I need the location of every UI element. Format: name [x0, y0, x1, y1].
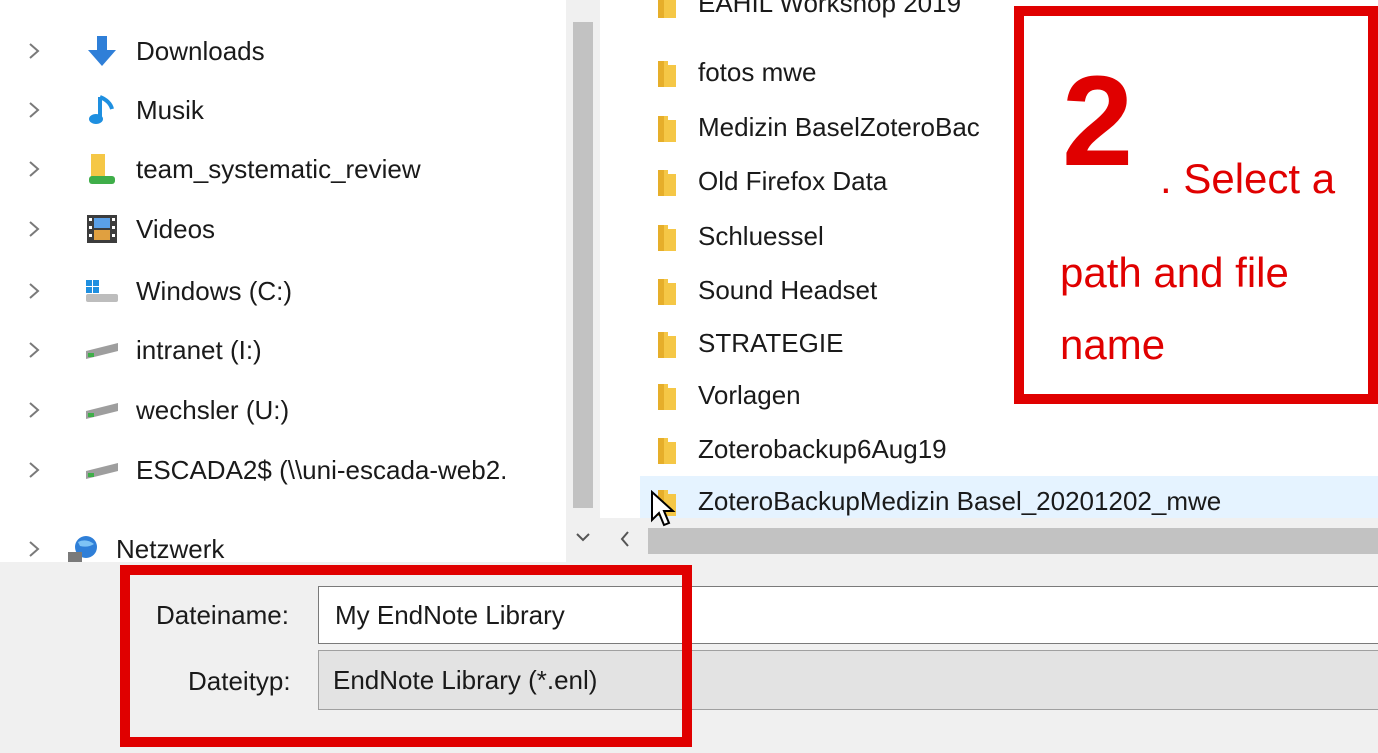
chevron-down-icon[interactable]: [570, 522, 596, 552]
highlight-box-form: [120, 565, 692, 747]
file-name: EAHIL Workshop 2019: [698, 0, 962, 18]
annotation-line-3: name: [1060, 321, 1166, 368]
nav-item-label: Windows (C:): [136, 275, 293, 306]
network-drive-icon: [84, 332, 120, 368]
scrollbar-thumb[interactable]: [648, 528, 1378, 554]
chevron-right-icon[interactable]: [22, 98, 46, 122]
folder-icon: [658, 116, 676, 142]
nav-item-escada2[interactable]: ESCADA2$ (\\uni-escada-web2.: [0, 441, 560, 499]
nav-item-windows-c[interactable]: Windows (C:): [0, 262, 560, 320]
video-film-icon: [84, 211, 120, 247]
folder-icon: [658, 279, 676, 305]
nav-item-wechsler-u[interactable]: wechsler (U:): [0, 381, 560, 439]
nav-item-musik[interactable]: Musik: [0, 81, 560, 139]
file-list-horizontal-scrollbar[interactable]: [600, 518, 1378, 562]
folder-icon: [658, 0, 676, 18]
scrollbar-thumb[interactable]: [573, 22, 593, 508]
chevron-right-icon[interactable]: [22, 458, 46, 482]
list-item[interactable]: Zoterobackup6Aug19: [640, 424, 1378, 476]
nav-item-label: team_systematic_review: [136, 153, 421, 184]
file-name: Zoterobackup6Aug19: [698, 434, 947, 464]
mouse-cursor-icon: [651, 490, 676, 527]
file-name: Medizin BaselZoteroBac: [698, 112, 980, 142]
nav-item-label: Videos: [136, 213, 216, 244]
folder-icon: [658, 384, 676, 410]
music-note-icon: [84, 92, 120, 128]
file-name: Schluessel: [698, 221, 824, 251]
folder-icon: [658, 170, 676, 196]
nav-item-label: intranet (I:): [136, 334, 262, 365]
annotation-step-number: 2: [1062, 50, 1134, 193]
chevron-right-icon[interactable]: [22, 398, 46, 422]
network-drive-icon: [84, 392, 120, 428]
shared-folder-icon: [84, 151, 120, 187]
nav-item-label: Netzwerk: [116, 533, 225, 563]
nav-item-videos[interactable]: Videos: [0, 200, 560, 258]
nav-item-team-systematic-review[interactable]: team_systematic_review: [0, 140, 560, 198]
folder-icon: [658, 61, 676, 87]
network-drive-icon: [84, 452, 120, 488]
chevron-right-icon[interactable]: [22, 217, 46, 241]
nav-item-intranet-i[interactable]: intranet (I:): [0, 321, 560, 379]
chevron-right-icon[interactable]: [22, 279, 46, 303]
file-name: fotos mwe: [698, 57, 817, 87]
annotation-line-1: . Select a: [1160, 155, 1336, 202]
chevron-right-icon[interactable]: [22, 537, 46, 561]
chevron-right-icon[interactable]: [22, 39, 46, 63]
nav-item-downloads[interactable]: Downloads: [0, 22, 560, 80]
chevron-left-icon[interactable]: [610, 524, 640, 554]
chevron-right-icon[interactable]: [22, 157, 46, 181]
folder-icon: [658, 438, 676, 464]
nav-item-label: wechsler (U:): [136, 394, 290, 425]
nav-item-label: ESCADA2$ (\\uni-escada-web2.: [136, 454, 508, 485]
downloads-arrow-icon: [84, 33, 120, 69]
nav-item-label: Musik: [136, 94, 204, 125]
file-name: Vorlagen: [698, 380, 801, 410]
chevron-right-icon[interactable]: [22, 338, 46, 362]
file-name: Old Firefox Data: [698, 166, 888, 196]
annotation-line-2: path and file: [1060, 249, 1289, 296]
nav-vertical-scrollbar[interactable]: [566, 0, 600, 562]
file-name: STRATEGIE: [698, 328, 844, 358]
nav-item-label: Downloads: [136, 35, 265, 66]
windows-drive-icon: [84, 273, 120, 309]
file-name: ZoteroBackupMedizin Basel_20201202_mwe: [698, 486, 1222, 516]
file-name: Sound Headset: [698, 275, 878, 305]
nav-item-netzwerk[interactable]: Netzwerk: [0, 520, 560, 562]
navigation-pane: Downloads Musik team_systematic_review V…: [0, 0, 600, 562]
folder-icon: [658, 332, 676, 358]
network-globe-icon: [66, 531, 102, 562]
folder-icon: [658, 225, 676, 251]
